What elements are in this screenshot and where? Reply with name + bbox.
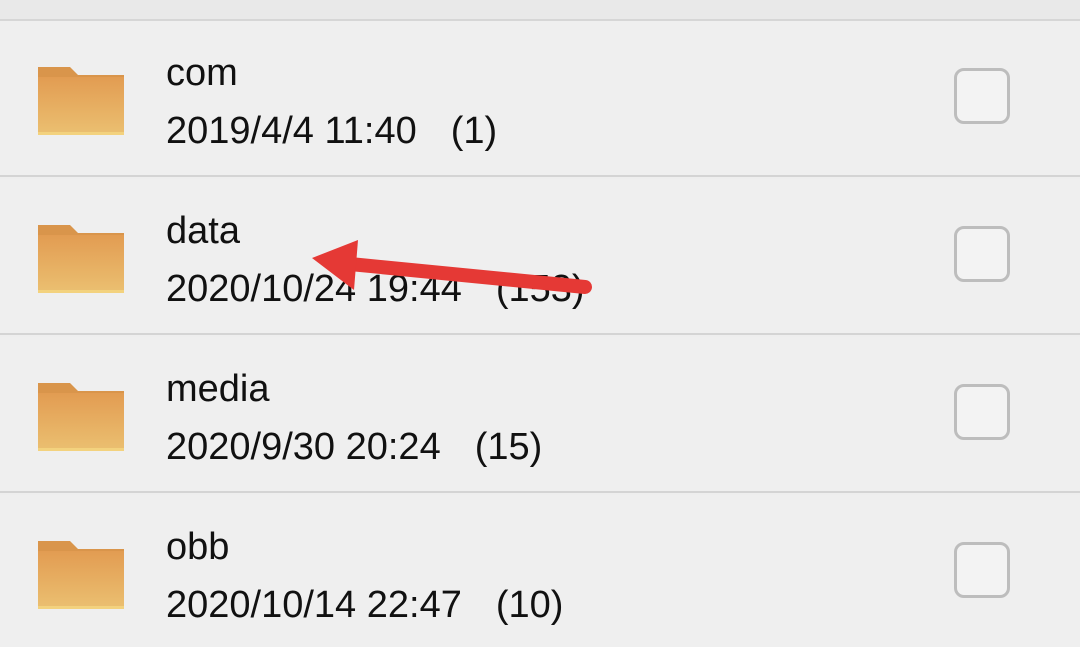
folder-name: com [166, 52, 238, 94]
file-list-screen: com 2019/4/4 11:40 (1) data 2020/10/24 1… [0, 0, 1080, 647]
folder-meta: 2020/9/30 20:24 (15) [166, 425, 542, 469]
folder-name: obb [166, 526, 230, 568]
folder-row-com[interactable]: com 2019/4/4 11:40 (1) [0, 21, 1080, 177]
folder-meta: 2020/10/24 19:44 (153) [166, 267, 585, 311]
select-checkbox[interactable] [954, 226, 1010, 282]
folder-icon [36, 223, 126, 295]
folder-date: 2020/10/14 22:47 [166, 584, 462, 626]
folder-date: 2019/4/4 11:40 [166, 110, 417, 152]
folder-row-media[interactable]: media 2020/9/30 20:24 (15) [0, 337, 1080, 493]
select-checkbox[interactable] [954, 384, 1010, 440]
folder-icon [36, 65, 126, 137]
folder-item-count: (10) [495, 584, 564, 626]
folder-date: 2020/10/24 19:44 [166, 268, 462, 310]
folder-icon [36, 381, 126, 453]
folder-row-data[interactable]: data 2020/10/24 19:44 (153) [0, 179, 1080, 335]
select-checkbox[interactable] [954, 542, 1010, 598]
folder-row-obb[interactable]: obb 2020/10/14 22:47 (10) [0, 495, 1080, 647]
folder-meta: 2020/10/14 22:47 (10) [166, 583, 563, 627]
select-checkbox[interactable] [954, 68, 1010, 124]
folder-name: media [166, 368, 270, 410]
folder-name: data [166, 210, 240, 252]
folder-item-count: (153) [495, 268, 585, 310]
folder-icon [36, 539, 126, 611]
folder-item-count: (1) [450, 110, 498, 152]
list-top-edge [0, 0, 1080, 21]
folder-item-count: (15) [474, 426, 543, 468]
folder-date: 2020/9/30 20:24 [166, 426, 441, 468]
folder-meta: 2019/4/4 11:40 (1) [166, 109, 497, 153]
